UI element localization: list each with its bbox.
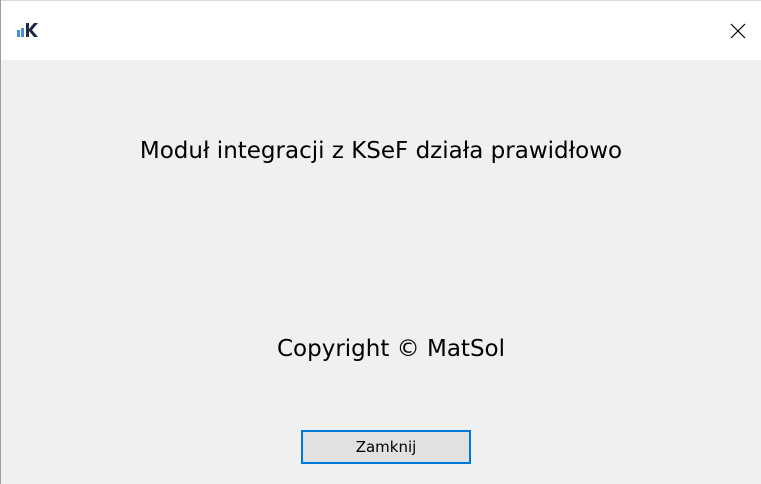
close-dialog-button[interactable]: Zamknij [301, 430, 471, 464]
window-close-button[interactable] [715, 1, 761, 61]
title-bar [1, 0, 761, 60]
close-icon [730, 23, 746, 39]
status-message: Moduł integracji z KSeF działa prawidłow… [139, 138, 623, 164]
dialog-body: Moduł integracji z KSeF działa prawidłow… [1, 60, 761, 484]
copyright-text: Copyright © MatSol [276, 336, 506, 362]
ksef-app-icon [17, 20, 39, 40]
dialog-window: Moduł integracji z KSeF działa prawidłow… [0, 0, 761, 484]
